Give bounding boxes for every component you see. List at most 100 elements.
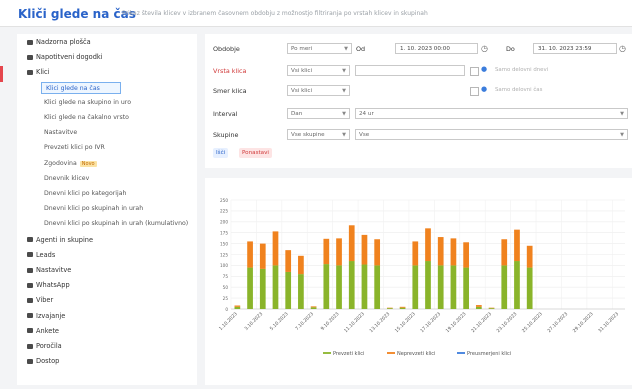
sidebar-item-label: Dostop [36,357,59,365]
y-tick-label: 0 [225,307,228,312]
sidebar-item[interactable]: Nastavitve [44,129,77,136]
sidebar-item[interactable]: Dnevni klici po skupinah in urah [44,205,143,212]
type-select-value: Vsi klici [291,68,312,74]
period-select[interactable]: Po meri▼ [287,43,352,54]
x-tick-label: 15.10.2023 [394,311,417,334]
bar-prevzeti-klici [311,307,317,309]
to-date-input[interactable]: 31. 10. 2023 23:59 [533,43,617,54]
bar-neprevzeti-klici [514,230,520,261]
sidebar-item-label: WhatsApp [36,281,70,289]
bar-prevzeti-klici [425,261,431,309]
x-tick-label: 17.10.2023 [419,311,442,334]
y-tick-label: 125 [220,252,228,257]
sidebar-item[interactable]: Leads [27,251,55,259]
x-tick-label: 13.10.2023 [368,311,391,334]
bar-prevzeti-klici [400,308,406,309]
sidebar-item[interactable]: Dnevni klici po kategorijah [44,190,126,197]
folder-icon [27,298,33,303]
sidebar-item-label: Nastavitve [36,266,71,274]
sidebar-item[interactable]: Prevzeti klici po IVR [44,144,105,151]
legend-label: Prevzeti klici [333,351,364,357]
x-tick-label: 25.10.2023 [521,311,544,334]
search-number-input[interactable] [355,65,465,76]
sidebar-item[interactable]: Klici glede na skupino in uro [44,99,131,106]
direction-select[interactable]: Vsi klici▼ [287,85,350,96]
workdays-checkbox[interactable] [470,67,479,76]
page-subtitle: Prikaz števila klicev v izbranem časovne… [122,10,428,17]
x-tick-label: 9.10.2023 [320,311,341,332]
x-tick-label: 31.10.2023 [597,311,620,334]
sidebar-item[interactable]: Dnevnik klicev [44,175,89,182]
sidebar-item-label: Nastavitve [44,129,77,136]
sidebar-item-label: Poročila [36,342,62,350]
sidebar-item[interactable]: Viber [27,296,53,304]
sidebar-item-label: Dnevni klici po skupinah in urah [44,205,143,212]
interval-select-value: Dan [291,111,302,117]
interval-hours-select[interactable]: 24 ur▼ [355,108,628,119]
chevron-down-icon: ▼ [344,44,348,54]
direction-select-value: Vsi klici [291,88,312,94]
bar-neprevzeti-klici [311,306,317,307]
interval-label: Interval [213,110,237,118]
sidebar-item[interactable]: Nastavitve [27,266,71,274]
chevron-down-icon: ▼ [342,109,346,119]
workhours-checkbox[interactable] [470,87,479,96]
sidebar-item[interactable]: Poročila [27,342,62,350]
bar-prevzeti-klici [438,265,444,309]
page-title: Kliči glede na čas [18,7,136,21]
group-detail-select[interactable]: Vse▼ [355,129,628,140]
bar-neprevzeti-klici [298,256,304,274]
bar-neprevzeti-klici [451,238,457,265]
bar-neprevzeti-klici [260,244,266,269]
bar-prevzeti-klici [336,265,342,309]
sidebar-item[interactable]: WhatsApp [27,281,70,289]
group-detail-value: Vse [359,132,369,138]
sidebar-item[interactable]: ZgodovinaNovo [44,160,97,167]
bar-neprevzeti-klici [273,231,279,265]
sidebar-item[interactable]: Agenti in skupine [27,236,93,244]
sidebar-item[interactable]: Izvajanje [27,312,65,320]
calendar-clock-icon[interactable]: ◷ [481,43,488,54]
bar-prevzeti-klici [412,265,418,309]
from-date-input[interactable]: 1. 10. 2023 00:00 [395,43,478,54]
workhours-label: Samo delovni čas [495,87,542,93]
sidebar-item-label: Viber [36,296,53,304]
bar-prevzeti-klici [387,308,393,309]
group-select[interactable]: Vse skupine▼ [287,129,350,140]
chevron-down-icon: ▼ [342,66,346,76]
type-select[interactable]: Vsi klici ▼ [287,65,350,76]
sidebar-item[interactable]: Dnevni klici po skupinah in urah (kumula… [44,220,188,227]
sidebar-item[interactable]: Napotitveni dogodki [27,53,103,61]
x-tick-label: 19.10.2023 [445,311,468,334]
legend-label: Neprevzeti klici [397,351,435,357]
folder-icon [27,70,33,75]
folder-icon [27,344,33,349]
search-button[interactable]: Išči [213,148,228,158]
sidebar-item[interactable]: Ankete [27,327,59,335]
sidebar-item-label: Izvajanje [36,312,65,320]
folder-icon [27,252,33,257]
bar-neprevzeti-klici [476,305,482,307]
bar-prevzeti-klici [463,268,469,309]
y-tick-label: 25 [223,296,229,301]
sidebar-item[interactable]: Dostop [27,357,59,365]
info-icon: ● [481,84,487,95]
bar-neprevzeti-klici [362,235,368,265]
filter-panel: Obdobje Po meri▼ Od 1. 10. 2023 00:00 ◷ … [205,34,632,168]
sidebar-item[interactable]: Klici [27,68,49,76]
sidebar-item[interactable]: Klici glede na čakalno vrsto [44,114,129,121]
interval-select[interactable]: Dan ▼ [287,108,350,119]
x-tick-label: 1.10.2023 [218,311,239,332]
folder-icon [27,55,33,60]
reset-button[interactable]: Ponastavi [239,148,272,158]
calendar-clock-icon[interactable]: ◷ [619,43,626,54]
folder-icon [27,283,33,288]
sidebar-item-label: Dnevni klici po kategorijah [44,190,126,197]
info-icon: ● [481,64,487,75]
sidebar-item[interactable]: Klici glede na čas [41,82,121,94]
x-tick-label: 11.10.2023 [343,311,366,334]
sidebar-item[interactable]: Nadzorna plošča [27,38,91,46]
calls-chart: 02550751001251501752002252501.10.20233.1… [205,178,632,385]
bar-prevzeti-klici [501,265,507,309]
y-tick-label: 225 [220,209,228,214]
